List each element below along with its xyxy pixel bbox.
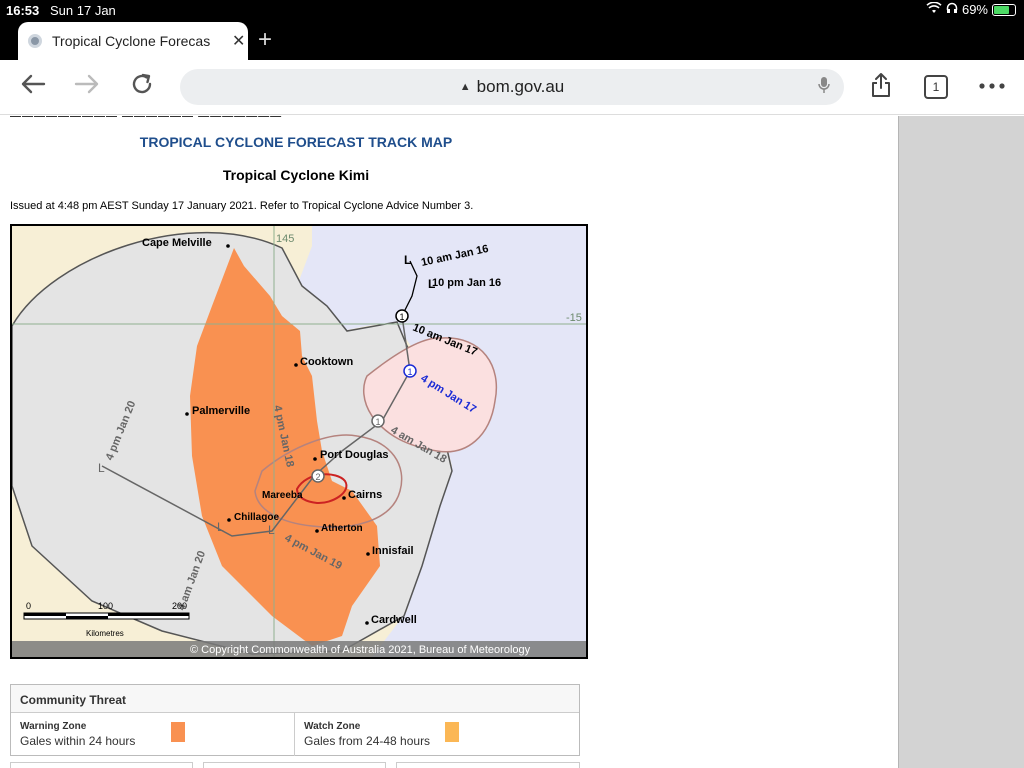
battery-percent: 69%: [961, 2, 988, 17]
browser-toolbar: ▲ bom.gov.au 1: [0, 60, 1024, 115]
status-indicators: 69%: [926, 1, 1016, 17]
warning-zone-desc: Gales within 24 hours: [20, 734, 136, 748]
cut-off-header: ▬▬▬▬▬▬▬▬▬ ▬▬▬▬▬▬ ▬▬▬▬▬▬▬: [10, 116, 282, 120]
back-arrow-icon[interactable]: [20, 72, 46, 103]
category-label: 2: [315, 472, 320, 482]
share-icon[interactable]: [870, 72, 892, 103]
watch-zone-title: Watch Zone: [304, 721, 361, 732]
place-chillagoe: Chillagoe: [234, 512, 279, 523]
new-tab-icon[interactable]: +: [258, 26, 272, 54]
close-tab-icon[interactable]: ✕: [232, 31, 245, 51]
place-cairns: Cairns: [348, 489, 382, 501]
headphones-icon: [946, 2, 958, 17]
reload-icon[interactable]: [130, 72, 154, 103]
place-cooktown: Cooktown: [300, 356, 353, 368]
watch-zone-legend: Watch Zone Gales from 24-48 hours: [295, 713, 579, 756]
web-page: ▬▬▬▬▬▬▬▬▬ ▬▬▬▬▬▬ ▬▬▬▬▬▬▬ TROPICAL CYCLON…: [0, 116, 898, 768]
past-track-line: [401, 260, 418, 317]
category-marker-3: 1: [371, 414, 385, 428]
tab-title: Tropical Cyclone Forecas: [52, 33, 211, 49]
tab-count-button[interactable]: 1: [924, 75, 948, 99]
scale-0: 0: [26, 601, 31, 611]
category-label: 1: [407, 367, 412, 377]
status-date: Sun 17 Jan: [50, 3, 116, 18]
warning-swatch: [171, 722, 185, 742]
track-label-2: 10 pm Jan 16: [432, 277, 501, 289]
microphone-icon[interactable]: [818, 76, 830, 99]
track-label-1: 10 am Jan 16: [420, 243, 489, 269]
warning-icon: ▲: [459, 81, 471, 93]
scale-100: 100: [98, 601, 113, 611]
address-bar[interactable]: ▲ bom.gov.au: [180, 69, 844, 105]
scale-unit: Kilometres: [86, 629, 124, 638]
page-title: TROPICAL CYCLONE FORECAST TRACK MAP: [139, 134, 453, 150]
place-mareeba: Mareeba: [262, 490, 303, 501]
next-legend-box: [203, 762, 386, 768]
place-port-douglas: Port Douglas: [320, 449, 388, 461]
battery-icon: [992, 3, 1016, 16]
status-time: 16:53: [6, 3, 40, 18]
place-palmerville: Palmerville: [192, 405, 250, 417]
url-text: bom.gov.au: [476, 77, 565, 96]
browser-tab[interactable]: Tropical Cyclone Forecas ✕: [18, 22, 248, 60]
forecast-track-map: 145 -15 1 1 1 2 L L L L L Cape Melville …: [10, 224, 588, 659]
copyright-text: © Copyright Commonwealth of Australia 20…: [190, 644, 531, 656]
category-marker-2: 1: [403, 364, 417, 378]
page-margin: [898, 116, 1024, 768]
watch-swatch: [445, 722, 459, 742]
category-marker-1: 1: [395, 309, 409, 323]
place-cardwell: Cardwell: [371, 614, 417, 626]
browser-top-bar: 16:53 Sun 17 Jan 69% Tropical Cyclone Fo…: [0, 0, 1024, 60]
more-menu-icon[interactable]: [978, 74, 1006, 103]
place-innisfail: Innisfail: [372, 545, 414, 557]
cyclone-name: Tropical Cyclone Kimi: [222, 167, 370, 183]
forward-arrow-icon[interactable]: [74, 72, 100, 103]
next-legend-box: [396, 762, 580, 768]
category-marker-4: 2: [311, 469, 325, 483]
place-cape-melville: Cape Melville: [142, 237, 212, 249]
category-label: 1: [399, 312, 404, 322]
warning-zone-title: Warning Zone: [20, 721, 87, 732]
wifi-icon: [926, 1, 942, 17]
issued-text: Issued at 4:48 pm AEST Sunday 17 January…: [10, 200, 474, 212]
watch-zone-desc: Gales from 24-48 hours: [304, 734, 431, 748]
place-atherton: Atherton: [321, 523, 363, 534]
lat-label: -15: [566, 312, 582, 324]
threat-heading: Community Threat: [11, 685, 579, 713]
scale-200: 200: [172, 601, 187, 611]
favicon-icon: [28, 34, 42, 48]
low-symbol: L: [404, 253, 411, 267]
community-threat-legend: Community Threat Warning Zone Gales with…: [10, 684, 580, 756]
next-legend-box: [10, 762, 193, 768]
low-symbol: L: [217, 520, 224, 534]
category-label: 1: [375, 417, 380, 427]
warning-zone-legend: Warning Zone Gales within 24 hours: [11, 713, 295, 756]
lon-label: 145: [276, 233, 294, 245]
low-symbol: L: [268, 523, 275, 537]
low-symbol: L: [98, 461, 105, 475]
